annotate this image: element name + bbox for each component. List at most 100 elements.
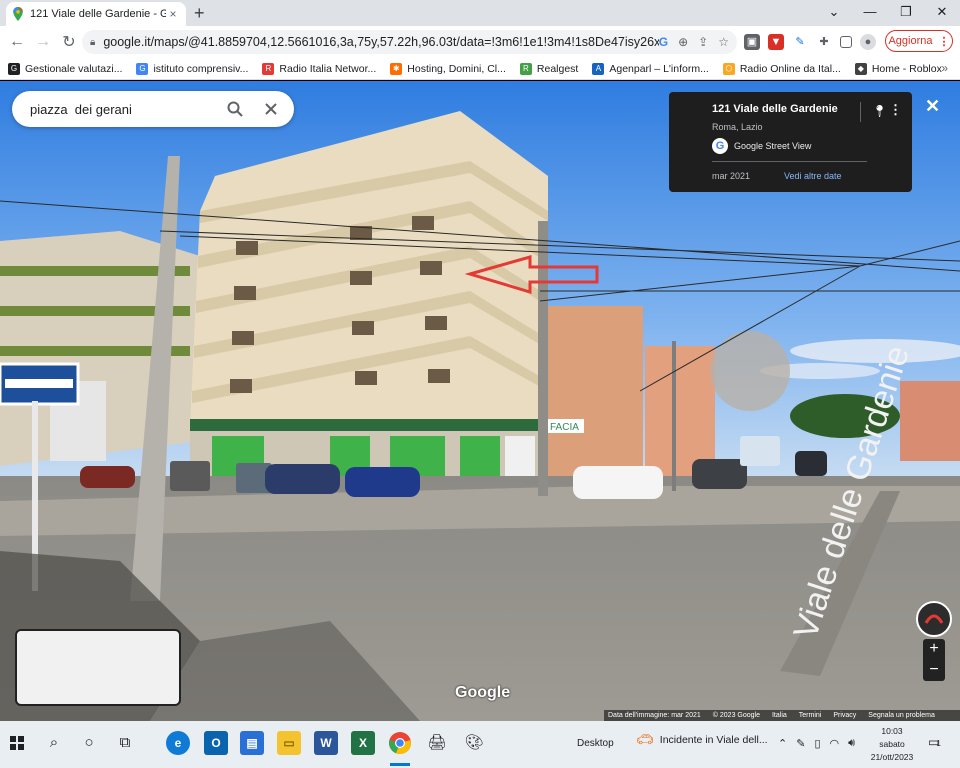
bookmark-item[interactable]: ⬡ Radio Online da Ital... [722, 62, 841, 75]
bookmark-item[interactable]: R Radio Italia Networ... [262, 62, 377, 75]
notification-text: Incidente in Viale dell... [659, 733, 768, 746]
chrome-icon[interactable] [388, 731, 412, 755]
side-panel-icon[interactable] [840, 36, 852, 48]
extension-shield-icon[interactable]: ▼ [768, 34, 784, 50]
street-view-info-card: 121 Viale delle Gardenie Roma, Lazio G G… [669, 92, 912, 192]
outlook-icon[interactable]: O [204, 731, 228, 755]
terms-link[interactable]: Termini [799, 712, 822, 719]
clear-search-icon[interactable] [262, 100, 280, 118]
hosting-icon: ✱ [390, 62, 403, 75]
copyright: © 2023 Google [712, 712, 760, 719]
address-title[interactable]: 121 Viale delle Gardenie [712, 103, 838, 115]
tab-strip: 121 Viale delle Gardenie - Goog × + ⌄ — … [0, 0, 960, 26]
volume-icon[interactable]: 🔊︎ [848, 737, 855, 750]
roblox-icon: ◆ [854, 62, 867, 75]
search-input[interactable] [30, 101, 216, 117]
edge-icon[interactable]: e [166, 731, 190, 755]
tab-search-icon[interactable]: ⌄ [816, 0, 852, 26]
bookmarks-overflow-icon[interactable]: » [941, 61, 948, 75]
install-app-icon[interactable]: ⊕ [678, 35, 688, 49]
news-notification[interactable]: 🚗︎ Incidente in Viale dell... [636, 731, 768, 748]
maps-search-box[interactable] [12, 91, 294, 127]
notification-center-icon[interactable]: ▭1 [928, 735, 946, 751]
show-hidden-icons[interactable]: ⌃ [778, 737, 787, 750]
system-clock[interactable]: 10:03 sabato 21/ott/2023 [866, 725, 918, 764]
url-text[interactable]: google.it/maps/@41.8859704,12.5661016,3a… [103, 35, 658, 49]
address-bar[interactable]: 🔒︎ google.it/maps/@41.8859704,12.5661016… [82, 30, 737, 54]
active-app-indicator [390, 763, 410, 766]
extensions-area: ▣ ▼ ✎ ✚ ● [744, 30, 876, 54]
see-more-dates-link[interactable]: Vedi altre date [784, 171, 842, 181]
bookmark-label: Radio Online da Ital... [739, 62, 841, 75]
extension-icon-1[interactable]: ▣ [744, 34, 760, 50]
bookmark-item[interactable]: ◆ Home - Roblox [854, 62, 942, 75]
share-icon[interactable]: ⇪ [698, 35, 708, 49]
bookmark-star-icon[interactable]: ☆ [718, 35, 729, 49]
search-icon[interactable] [226, 100, 244, 118]
compass-icon[interactable] [916, 601, 952, 637]
pharmacy-sign: FACIA [550, 422, 579, 433]
file-explorer-icon[interactable]: ▭ [277, 731, 301, 755]
country-link[interactable]: Italia [772, 712, 787, 719]
radio-italia-icon: R [262, 62, 275, 75]
maps-footer: Data dell'immagine: mar 2021 © 2023 Goog… [604, 710, 960, 721]
bookmark-label: Home - Roblox [871, 62, 942, 75]
close-window-button[interactable]: ✕ [924, 0, 960, 26]
bookmark-label: Radio Italia Networ... [279, 62, 377, 75]
bookmark-label: Hosting, Domini, Cl... [407, 62, 506, 75]
wifi-icon[interactable]: ◠ [830, 737, 840, 750]
zoom-out-button[interactable]: − [923, 660, 945, 681]
back-arrow-icon[interactable]: ← [4, 33, 30, 51]
tab-close-icon[interactable]: × [166, 7, 180, 21]
bookmark-item[interactable]: A Agenparl – L'inform... [592, 62, 709, 75]
battery-icon[interactable]: ▯ [814, 737, 820, 750]
bookmark-item[interactable]: ✱ Hosting, Domini, Cl... [390, 62, 506, 75]
excel-icon[interactable]: X [351, 731, 375, 755]
window-controls: ⌄ — ❐ ✕ [816, 0, 960, 26]
zoom-controls: + − [923, 639, 945, 681]
windows-start-icon[interactable] [10, 736, 24, 750]
forward-arrow-icon[interactable]: → [30, 33, 56, 51]
profile-avatar-icon[interactable]: ● [860, 34, 876, 50]
more-menu-icon[interactable]: ⋮ [939, 35, 950, 48]
report-problem-link[interactable]: Segnala un problema [868, 712, 935, 719]
tab-title: 121 Viale delle Gardenie - Goog [30, 8, 166, 20]
scanner-app-icon[interactable]: 🖨︎ [425, 731, 449, 755]
pen-icon[interactable]: ✎ [796, 737, 805, 750]
radio-online-icon: ⬡ [722, 62, 735, 75]
image-date: Data dell'immagine: mar 2021 [608, 712, 701, 719]
street-view-source: G Google Street View [712, 138, 811, 154]
extensions-puzzle-icon[interactable]: ✚ [816, 34, 832, 50]
mini-map[interactable] [15, 629, 181, 706]
task-view-icon[interactable]: ⧉ [113, 731, 137, 755]
desktop-toolbar-label[interactable]: Desktop [577, 738, 614, 749]
new-tab-button[interactable]: + [194, 4, 205, 22]
paint-app-icon[interactable]: 🎨︎ [462, 731, 486, 755]
close-street-view-icon[interactable]: ✕ [925, 96, 940, 117]
restore-button[interactable]: ❐ [888, 0, 924, 26]
privacy-link[interactable]: Privacy [833, 712, 856, 719]
card-menu-icon[interactable]: ⋮ [889, 102, 902, 118]
search-taskbar-icon[interactable]: ⌕ [42, 731, 66, 755]
bookmark-label: Realgest [536, 62, 579, 75]
bookmark-item[interactable]: Gistituto comprensiv... [136, 62, 249, 75]
windows-taskbar: ⌕ ○ ⧉ e O ▤ ▭ W X 🖨︎ 🎨︎ Desktop 🚗︎ Incid… [0, 721, 960, 768]
extension-feather-icon[interactable]: ✎ [792, 34, 808, 50]
word-icon[interactable]: W [314, 731, 338, 755]
browser-tab[interactable]: 121 Viale delle Gardenie - Goog × [6, 2, 186, 26]
reload-icon[interactable]: ↻ [56, 32, 82, 52]
cortana-icon[interactable]: ○ [77, 731, 101, 755]
google-logo: Google [455, 684, 511, 701]
lock-icon[interactable]: 🔒︎ [90, 37, 95, 48]
zoom-in-button[interactable]: + [923, 639, 945, 660]
bookmark-label: istituto comprensiv... [153, 62, 249, 75]
browser-toolbar: ← → ↻ 🔒︎ google.it/maps/@41.8859704,12.5… [0, 26, 960, 58]
location-pin-icon[interactable]: 📍︎ [872, 104, 887, 118]
google-lens-icon[interactable]: G [659, 35, 668, 49]
bookmark-item[interactable]: R Realgest [519, 62, 579, 75]
bookmark-item[interactable]: G Gestionale valutazi... [8, 62, 122, 75]
street-view-panorama[interactable]: FACIA Viale delle Gardenie piazza dei ge… [0, 81, 960, 721]
update-chrome-button[interactable]: Aggiorna ⋮ [885, 30, 953, 52]
store-icon[interactable]: ▤ [240, 731, 264, 755]
minimize-button[interactable]: — [852, 0, 888, 26]
